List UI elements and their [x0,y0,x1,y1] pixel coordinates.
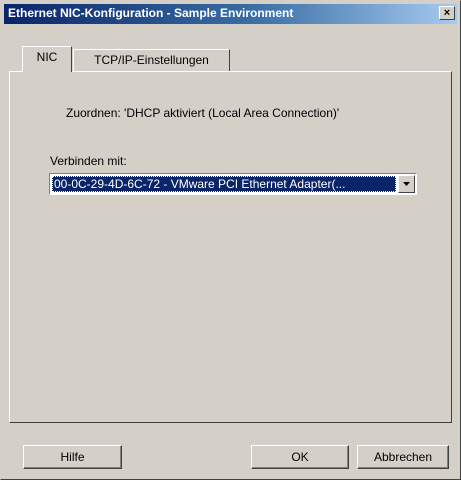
connect-with-label: Verbinden mit: [50,154,127,168]
ok-button[interactable]: OK [251,445,349,469]
title-bar[interactable]: Ethernet NIC-Konfiguration - Sample Envi… [4,4,457,24]
tab-panel-nic [9,71,452,423]
tab-nic-label: NIC [36,50,58,64]
assignment-text: Zuordnen: 'DHCP aktiviert (Local Area Co… [66,106,340,120]
help-button[interactable]: Hilfe [23,445,122,469]
tab-tcpip-label: TCP/IP-Einstellungen [94,53,209,67]
tab-nic[interactable]: NIC [22,46,72,72]
window-title: Ethernet NIC-Konfiguration - Sample Envi… [8,6,294,20]
dialog-window: Ethernet NIC-Konfiguration - Sample Envi… [0,0,461,480]
adapter-select[interactable]: 00-0C-29-4D-6C-72 - VMware PCI Ethernet … [49,173,417,195]
dropdown-button[interactable] [398,175,415,193]
adapter-select-value: 00-0C-29-4D-6C-72 - VMware PCI Ethernet … [52,176,396,192]
close-button[interactable]: × [439,6,455,20]
close-icon: × [443,7,451,19]
chevron-down-icon [403,182,410,186]
tab-tcpip-settings[interactable]: TCP/IP-Einstellungen [73,49,230,71]
cancel-button[interactable]: Abbrechen [357,445,449,469]
